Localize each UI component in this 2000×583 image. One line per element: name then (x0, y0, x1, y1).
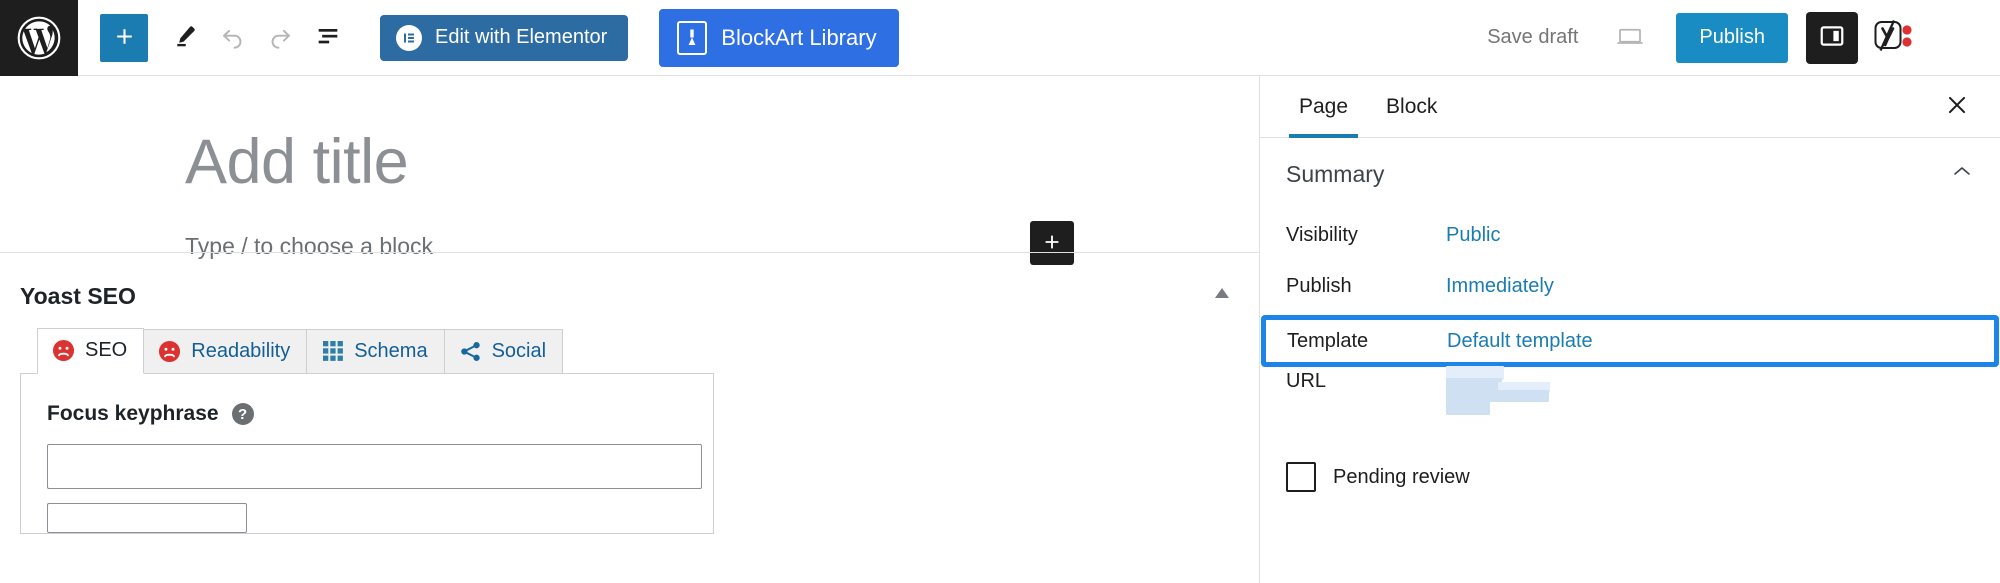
url-label: URL (1286, 370, 1327, 392)
summary-row-publish: Publish Immediately (1260, 261, 2000, 312)
yoast-tab-label: Schema (354, 339, 428, 362)
add-block-button[interactable] (100, 13, 148, 62)
elementor-icon (396, 24, 422, 51)
desktop-preview-icon (1615, 21, 1645, 54)
template-label: Template (1287, 329, 1369, 352)
focus-keyphrase-row: Focus keyphrase ? (47, 402, 687, 426)
keyphrase-secondary-field[interactable] (47, 503, 247, 533)
close-sidebar-button[interactable] (1936, 86, 1978, 128)
yoast-tab-label: SEO (85, 339, 128, 361)
more-options-button[interactable] (1934, 14, 1978, 62)
preview-button[interactable] (1604, 14, 1656, 62)
pending-review-checkbox[interactable] (1286, 462, 1316, 492)
publish-value-button[interactable]: Immediately (1446, 275, 1554, 298)
sidebar-panel-icon (1818, 22, 1846, 53)
grid-icon (321, 340, 344, 363)
summary-panel-header[interactable]: Summary (1260, 138, 2000, 210)
yoast-collapse-toggle[interactable] (1211, 283, 1233, 305)
save-draft-button[interactable]: Save draft (1473, 26, 1592, 49)
document-overview-button[interactable] (304, 14, 352, 62)
elementor-button-label: Edit with Elementor (435, 26, 608, 48)
sad-face-icon (158, 340, 181, 363)
summary-row-url: URL (1260, 366, 2000, 446)
edit-with-elementor-button[interactable]: Edit with Elementor (380, 14, 629, 61)
wordpress-logo-button[interactable] (0, 0, 78, 76)
undo-icon (219, 23, 246, 53)
plus-icon (112, 24, 137, 52)
yoast-tab-label: Social (491, 339, 547, 362)
focus-keyphrase-label: Focus keyphrase (47, 402, 219, 425)
yoast-tab-social[interactable]: Social (443, 329, 564, 373)
redo-icon (267, 23, 294, 53)
yoast-seo-panel: Focus keyphrase ? (20, 373, 714, 534)
blockart-button-label: BlockArt Library (721, 24, 877, 50)
help-icon[interactable]: ? (231, 403, 254, 425)
visibility-label: Visibility (1286, 224, 1358, 246)
summary-row-visibility: Visibility Public (1260, 210, 2000, 261)
undo-button[interactable] (208, 14, 256, 62)
yoast-tab-list: SEO Readability Schema Social (0, 328, 1259, 374)
sad-face-icon (52, 339, 75, 362)
editor-canvas: Add title Type / to choose a block Yoast… (0, 76, 1259, 583)
settings-sidebar: Page Block Summary Visibility Public Pub… (1259, 76, 2000, 583)
yoast-logo-icon (1874, 19, 1918, 56)
toolbar-left-group: Edit with Elementor BlockArt Library (78, 0, 899, 76)
sidebar-tab-list: Page Block (1260, 76, 2000, 138)
tools-pencil-button[interactable] (160, 14, 208, 62)
tab-page[interactable]: Page (1280, 76, 1367, 138)
caret-up-icon (1213, 286, 1231, 303)
pending-review-row: Pending review (1260, 462, 2000, 492)
tab-block[interactable]: Block (1367, 76, 1456, 138)
share-icon (459, 340, 482, 363)
blockart-library-button[interactable]: BlockArt Library (659, 8, 899, 67)
list-view-icon (314, 22, 342, 53)
blockart-icon (677, 20, 708, 55)
yoast-tab-seo[interactable]: SEO (37, 328, 145, 374)
summary-row-template: Template Default template (1261, 315, 1999, 367)
redo-button[interactable] (256, 14, 304, 62)
post-title-input[interactable]: Add title (0, 76, 1259, 197)
template-value-button[interactable]: Default template (1447, 330, 1593, 353)
editor-toolbar: Edit with Elementor BlockArt Library Sav… (0, 0, 2000, 76)
wordpress-block-editor: Edit with Elementor BlockArt Library Sav… (0, 0, 2000, 583)
yoast-metabox-title: Yoast SEO (20, 282, 136, 309)
chevron-up-icon (1952, 164, 1972, 183)
yoast-seo-button[interactable] (1868, 14, 1924, 62)
wordpress-logo-icon (16, 15, 62, 61)
publish-label: Publish (1286, 275, 1352, 297)
yoast-tab-label: Readability (191, 339, 291, 362)
focus-keyphrase-input[interactable] (47, 444, 702, 489)
yoast-seo-metabox: Yoast SEO SEO Readability Schema Social … (0, 253, 1259, 534)
yoast-tab-schema[interactable]: Schema (306, 329, 445, 373)
yoast-tab-readability[interactable]: Readability (143, 329, 308, 373)
settings-sidebar-toggle[interactable] (1806, 11, 1858, 64)
url-value-redacted[interactable] (1446, 366, 1552, 418)
toolbar-right-group: Save draft Publish (1473, 0, 2000, 76)
pencil-icon (171, 23, 198, 53)
yoast-metabox-header: Yoast SEO (0, 253, 1259, 313)
publish-button[interactable]: Publish (1676, 12, 1788, 63)
close-icon (1944, 92, 1970, 121)
visibility-value-button[interactable]: Public (1446, 224, 1500, 247)
summary-title: Summary (1286, 160, 1385, 187)
pending-review-label[interactable]: Pending review (1333, 466, 1470, 489)
